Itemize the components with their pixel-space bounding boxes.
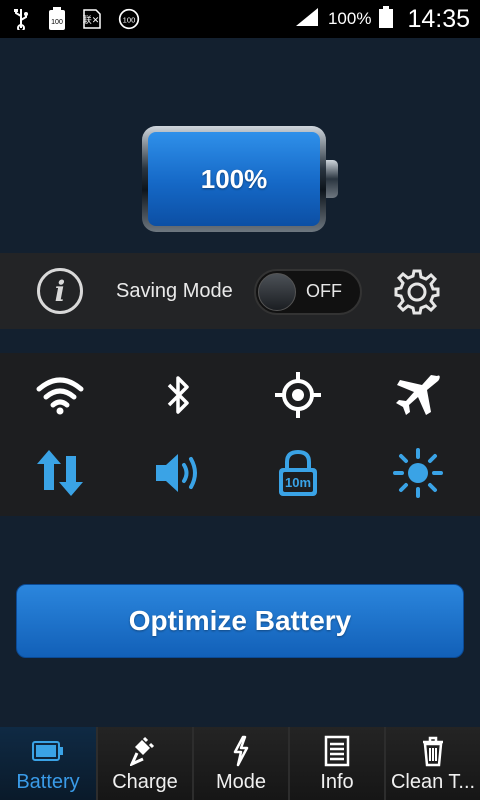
info-icon: i	[54, 274, 66, 308]
sim-text: 联✕	[83, 15, 100, 26]
nav-info[interactable]: Info	[288, 727, 384, 800]
bluetooth-icon	[167, 376, 189, 414]
brightness-icon	[393, 448, 443, 498]
nav-clean-label: Clean T...	[390, 771, 476, 793]
info-button[interactable]: i	[37, 268, 83, 314]
sound-toggle[interactable]	[148, 443, 208, 503]
nav-battery-label: Battery	[16, 771, 80, 793]
battery-cap	[326, 160, 338, 198]
round-badge-text: 100	[123, 15, 136, 24]
mobile-data-toggle[interactable]	[30, 443, 90, 503]
sim-off-icon: 联✕	[82, 8, 104, 30]
nav-battery[interactable]: Battery	[0, 727, 96, 800]
status-bar: 100 联✕ 100 100% 14:35	[0, 0, 480, 38]
plug-icon	[130, 731, 160, 771]
mobile-data-icon	[37, 450, 83, 496]
battery-level-text: 100%	[148, 132, 320, 226]
brightness-toggle[interactable]	[388, 443, 448, 503]
badge-100-icon: 100	[118, 8, 140, 30]
lightning-icon	[230, 731, 252, 771]
gear-icon[interactable]	[392, 267, 442, 317]
nav-charge-label: Charge	[112, 771, 178, 793]
nav-info-label: Info	[320, 771, 354, 793]
signal-icon	[294, 6, 320, 33]
airplane-icon	[396, 375, 440, 415]
battery-badge-text: 100	[51, 19, 63, 26]
battery-100-icon: 100	[46, 7, 68, 30]
toggle-knob	[258, 273, 296, 311]
wifi-toggle[interactable]	[30, 365, 90, 425]
gps-toggle[interactable]	[268, 365, 328, 425]
status-battery-icon	[379, 5, 394, 33]
saving-mode-toggle[interactable]: OFF	[254, 269, 362, 315]
battery-percent-text: 100%	[327, 9, 372, 28]
wifi-icon	[36, 377, 84, 415]
nav-charge[interactable]: Charge	[96, 727, 192, 800]
usb-icon	[10, 8, 32, 30]
quick-settings-grid: 10m	[0, 353, 480, 516]
nav-mode[interactable]: Mode	[192, 727, 288, 800]
status-right: 100% 14:35	[294, 5, 470, 34]
saving-mode-row: i Saving Mode OFF	[0, 253, 480, 329]
status-left-icons: 100 联✕ 100	[10, 7, 140, 30]
sound-icon	[156, 454, 197, 492]
bottom-nav: Battery Charge Mode Info Clean T...	[0, 727, 480, 800]
nav-clean[interactable]: Clean T...	[384, 727, 480, 800]
optimize-battery-button[interactable]: Optimize Battery	[16, 584, 464, 658]
screen-timeout-toggle[interactable]: 10m	[268, 443, 328, 503]
toggle-state-text: OFF	[306, 281, 342, 301]
bluetooth-toggle[interactable]	[148, 365, 208, 425]
document-icon	[324, 731, 350, 771]
gps-icon	[275, 372, 321, 418]
trash-icon	[420, 731, 446, 771]
battery-icon	[32, 731, 64, 771]
screen-timeout-icon: 10m	[279, 449, 317, 496]
nav-mode-label: Mode	[215, 771, 267, 793]
saving-mode-label: Saving Mode	[116, 280, 233, 302]
airplane-toggle[interactable]	[388, 365, 448, 425]
timeout-label: 10m	[285, 475, 311, 490]
clock: 14:35	[407, 4, 470, 33]
battery-body: 100%	[142, 126, 326, 232]
battery-visual: 100%	[142, 126, 338, 232]
